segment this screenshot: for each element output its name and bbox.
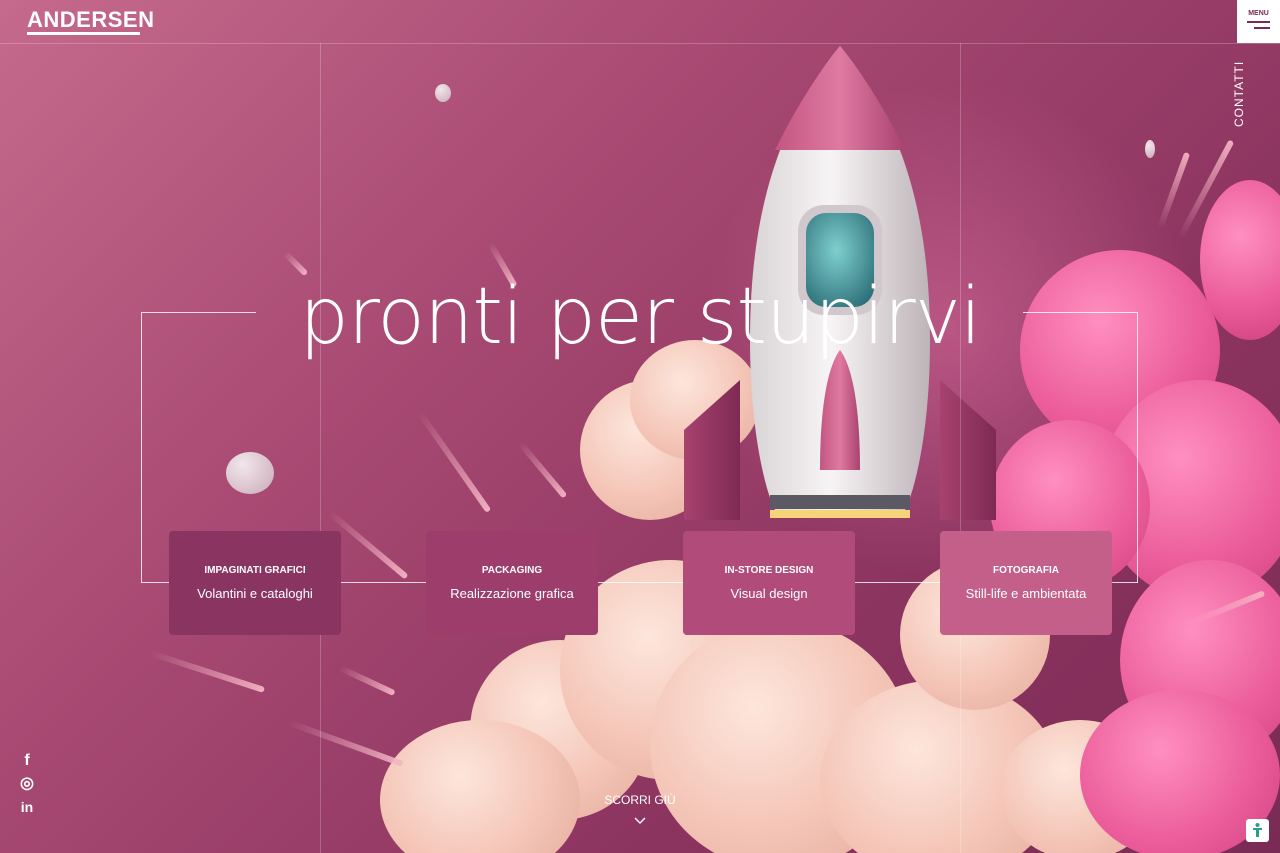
service-card-fotografia[interactable]: FOTOGRAFIA Still-life e ambientata bbox=[940, 531, 1112, 635]
debris-streak bbox=[149, 650, 266, 693]
chevron-down-icon[interactable] bbox=[634, 815, 646, 827]
contact-link[interactable]: CONTATTI bbox=[1232, 61, 1246, 127]
debris-streak bbox=[338, 665, 396, 697]
card-subtitle: Visual design bbox=[730, 586, 808, 601]
floating-pebble bbox=[435, 84, 451, 102]
scroll-down-label[interactable]: SCORRI GIÙ bbox=[540, 793, 740, 807]
accessibility-button[interactable] bbox=[1246, 819, 1269, 842]
accessibility-icon bbox=[1253, 823, 1262, 837]
hamburger-icon bbox=[1247, 21, 1270, 23]
service-card-packaging[interactable]: PACKAGING Realizzazione grafica bbox=[426, 531, 598, 635]
debris-streak bbox=[288, 720, 404, 767]
facebook-icon[interactable]: f bbox=[18, 752, 36, 770]
floating-pebble bbox=[1145, 140, 1155, 158]
card-title: IMPAGINATI GRAFICI bbox=[204, 565, 306, 576]
card-title: FOTOGRAFIA bbox=[993, 565, 1059, 576]
logo-underline bbox=[27, 32, 140, 35]
hamburger-icon-line bbox=[1254, 27, 1270, 29]
card-title: PACKAGING bbox=[481, 565, 543, 576]
linkedin-icon[interactable]: in bbox=[18, 798, 36, 816]
card-subtitle: Volantini e cataloghi bbox=[197, 586, 313, 601]
card-subtitle: Still-life e ambientata bbox=[965, 586, 1087, 601]
menu-label: MENU bbox=[1248, 10, 1269, 17]
service-card-instore[interactable]: IN-STORE DESIGN Visual design bbox=[683, 531, 855, 635]
card-title: IN-STORE DESIGN bbox=[724, 565, 814, 576]
grid-line bbox=[0, 43, 1280, 44]
logo[interactable]: ANDERSEN bbox=[27, 7, 154, 33]
menu-button[interactable]: MENU bbox=[1237, 0, 1280, 43]
service-card-impaginati[interactable]: IMPAGINATI GRAFICI Volantini e cataloghi bbox=[169, 531, 341, 635]
hero-headline: pronti per stupirvi bbox=[299, 272, 981, 362]
instagram-icon[interactable]: ◎ bbox=[18, 775, 36, 793]
card-subtitle: Realizzazione grafica bbox=[450, 586, 574, 601]
